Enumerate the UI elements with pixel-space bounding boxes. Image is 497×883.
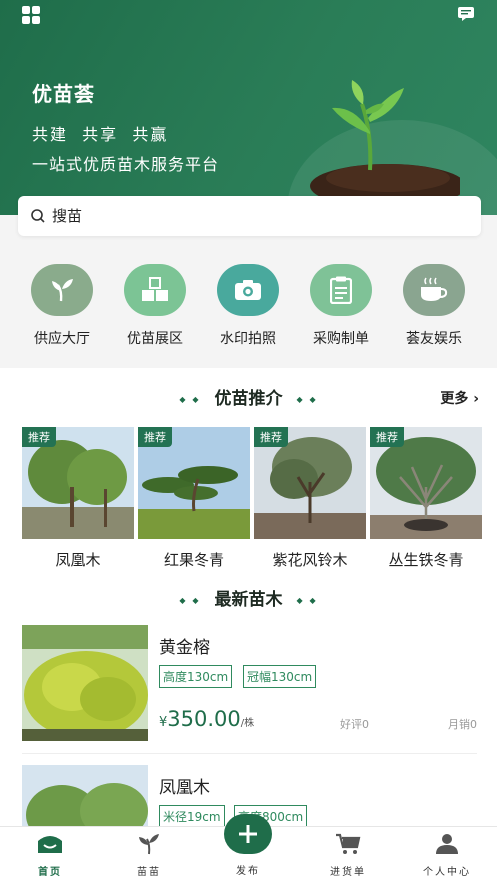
quick-nav-watermark-photo[interactable]: 水印拍照 [203, 264, 293, 348]
tab-cart[interactable]: 进货单 [308, 833, 388, 878]
publish-label: 发布 [236, 866, 260, 877]
tab-label: 进货单 [330, 867, 366, 878]
price-value: 350.00 [167, 707, 241, 731]
tree-photo: 推荐 [254, 427, 366, 539]
search-bar[interactable] [18, 196, 481, 236]
monthly-sales: 月销0 [448, 718, 477, 731]
tree-photo: 推荐 [22, 427, 134, 539]
recommend-badge: 推荐 [22, 427, 56, 447]
recommend-card[interactable]: 推荐 凤凰木 [22, 427, 134, 570]
slogan-line-2: 一站式优质苗木服务平台 [32, 155, 220, 174]
decor-dots-icon: ◆ ◆ [179, 595, 201, 605]
quick-nav-supply-hall[interactable]: 供应大厅 [17, 264, 107, 348]
decor-dots-icon: ◆ ◆ [179, 394, 201, 404]
message-icon[interactable] [457, 6, 475, 22]
camera-icon [217, 264, 279, 316]
recommend-card[interactable]: 推荐 紫花风铃木 [254, 427, 366, 570]
tree-photo [22, 765, 148, 828]
cup-icon [403, 264, 465, 316]
tree-photo: 推荐 [370, 427, 482, 539]
tree-photo: 推荐 [138, 427, 250, 539]
spec-tag: 米径19cm [159, 805, 225, 828]
recommend-title-text: 优苗推介 [214, 389, 283, 409]
quick-nav: 供应大厅 优苗展区 水印拍照 采购制单 荟友娱乐 [0, 248, 497, 366]
search-icon [31, 209, 45, 223]
more-link[interactable]: 更多 › [440, 388, 479, 408]
clipboard-icon [310, 264, 372, 316]
recommend-badge: 推荐 [138, 427, 172, 447]
search-input[interactable] [52, 207, 452, 225]
tab-home[interactable]: 首页 [10, 833, 90, 878]
recommend-section-title: ◆ ◆ 优苗推介 ◆ ◆ [0, 384, 497, 409]
quick-nav-showcase[interactable]: 优苗展区 [110, 264, 200, 348]
recommend-badge: 推荐 [370, 427, 404, 447]
tab-profile[interactable]: 个人中心 [407, 833, 487, 878]
user-icon [436, 834, 458, 854]
slogan-line-1: 共建 共享 共赢 [32, 125, 169, 144]
tab-seedling[interactable]: 苗苗 [109, 833, 189, 878]
brand-title: 优苗荟 [32, 82, 95, 106]
decor-dots-icon: ◆ ◆ [296, 394, 318, 404]
publish-button[interactable] [224, 814, 272, 854]
recommend-name: 紫花风铃木 [272, 551, 348, 569]
main-content: ◆ ◆ 优苗推介 ◆ ◆ 更多 › 推荐 凤凰木 推荐 红果冬青 推荐 紫花风铃木 … [0, 368, 497, 828]
home-icon [38, 836, 62, 853]
tab-label: 个人中心 [423, 867, 471, 878]
price: ¥350.00/株 [159, 707, 254, 731]
recommend-name: 丛生铁冬青 [388, 551, 464, 569]
divider [22, 753, 477, 754]
quick-nav-label: 采购制单 [313, 331, 369, 347]
item-name: 凤凰木 [159, 778, 210, 798]
quick-nav-purchase-order[interactable]: 采购制单 [296, 264, 386, 348]
quick-nav-label: 供应大厅 [34, 331, 90, 347]
blocks-icon [124, 264, 186, 316]
list-item[interactable]: 黄金榕 高度130cm 冠幅130cm ¥350.00/株 好评0 月销0 [22, 625, 477, 743]
header-banner: 优苗荟 共建 共享 共赢 一站式优质苗木服务平台 [0, 0, 497, 215]
spec-tag: 冠幅130cm [243, 665, 317, 688]
latest-title-text: 最新苗木 [214, 590, 283, 610]
sprout-icon [31, 264, 93, 316]
rating-count: 好评0 [340, 718, 369, 731]
sprout-illustration [310, 80, 460, 204]
more-label: 更多 [440, 391, 469, 407]
spec-tag: 高度130cm [159, 665, 233, 688]
sprout-icon [139, 834, 159, 855]
price-unit: /株 [240, 718, 255, 729]
chevron-right-icon: › [473, 391, 479, 407]
recommend-name: 红果冬青 [163, 551, 224, 569]
quick-nav-label: 优苗展区 [127, 331, 183, 347]
recommend-card[interactable]: 推荐 丛生铁冬青 [370, 427, 482, 570]
cart-icon [336, 833, 361, 854]
recommend-name: 凤凰木 [55, 551, 101, 569]
tab-label: 首页 [38, 867, 62, 878]
item-name: 黄金榕 [159, 638, 210, 658]
latest-section-title: ◆ ◆ 最新苗木 ◆ ◆ [0, 585, 497, 610]
recommend-badge: 推荐 [254, 427, 288, 447]
recommend-card[interactable]: 推荐 红果冬青 [138, 427, 250, 570]
quick-nav-entertainment[interactable]: 荟友娱乐 [389, 264, 479, 348]
plus-icon [239, 825, 257, 843]
decor-dots-icon: ◆ ◆ [296, 595, 318, 605]
tab-label: 苗苗 [137, 867, 161, 878]
grid-menu-icon[interactable] [22, 6, 40, 24]
quick-nav-label: 荟友娱乐 [406, 331, 462, 347]
quick-nav-label: 水印拍照 [220, 331, 276, 347]
tree-photo [22, 625, 148, 741]
